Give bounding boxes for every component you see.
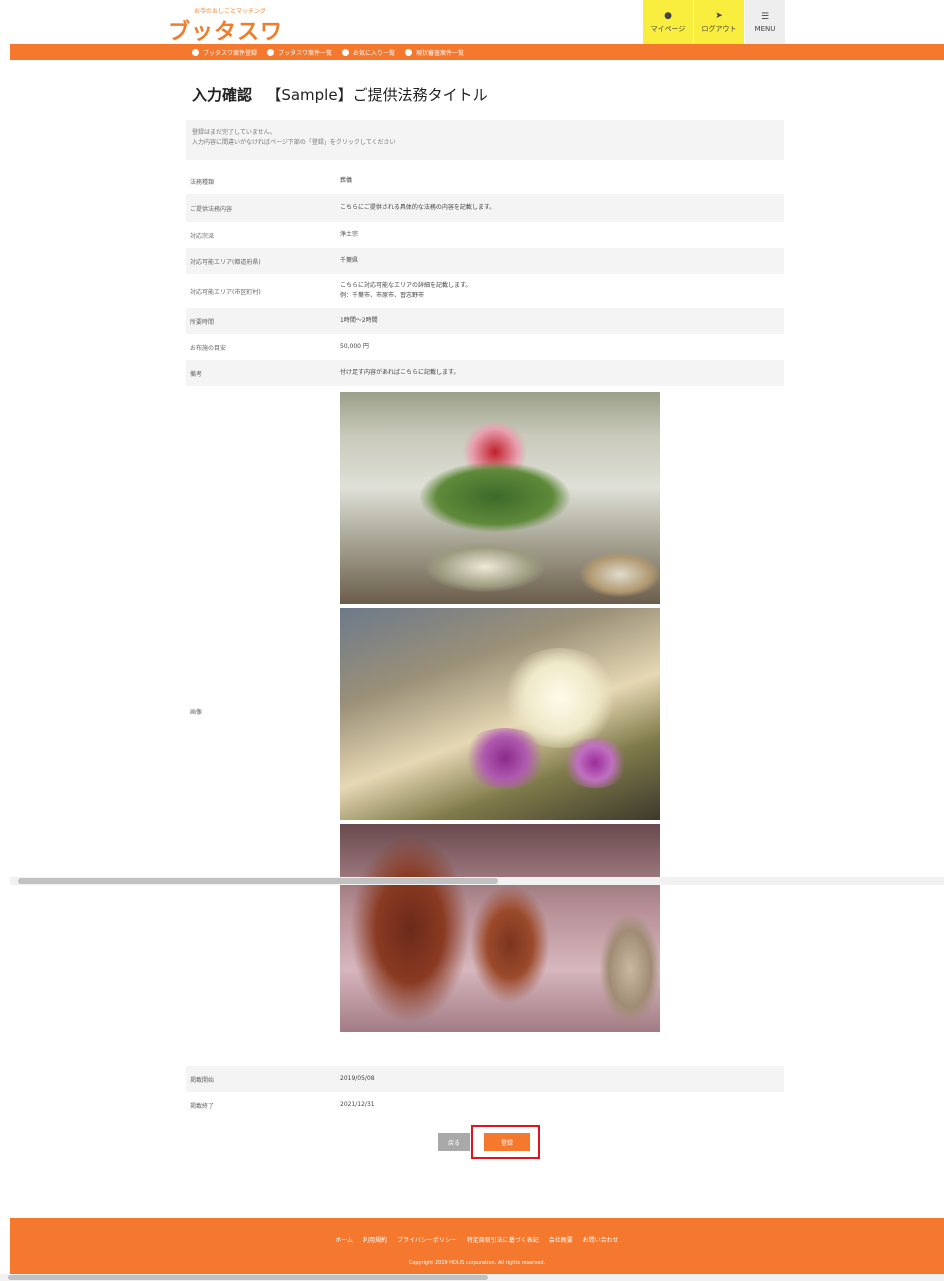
logout-button[interactable]: ➤ ログアウト [694, 0, 744, 44]
table-row: 対応宗派 浄土宗 [186, 222, 784, 248]
copyright: Copyright 2019 HOLIS corporation. All ri… [408, 1260, 546, 1266]
confirmation-notice: 登録はまだ完了していません。 入力内容に間違いがなければページ下部の「登録」をク… [186, 120, 784, 160]
row-label: お布施の目安 [190, 344, 227, 352]
page-title-prefix: 入力確認 [192, 86, 253, 104]
nav-item-review[interactable]: 現状審査案件一覧 [405, 48, 464, 57]
table-row: 備考 付け足す内容があればこちらに記載します。 [186, 360, 784, 386]
row-value: こちらに対応可能なエリアの詳細を記載します。 例：千葉市、市原市、習志野市 [336, 274, 784, 308]
photo-prayer-beads [340, 824, 660, 1032]
row-value: 50,000 円 [340, 343, 369, 350]
nav-item-register[interactable]: ブッタスワ案件登録 [192, 48, 257, 57]
footer-link-company[interactable]: 会社概要 [549, 1237, 573, 1244]
notice-line-2: 入力内容に間違いがなければページ下部の「登録」をクリックしてください [192, 139, 396, 146]
nav-item-favorites[interactable]: お気に入り一覧 [342, 48, 395, 57]
row-label: 対応可能エリア(市区町村) [190, 288, 261, 296]
photo-flowers-incense [340, 392, 660, 604]
logout-icon: ➤ [715, 10, 723, 21]
row-label: 画像 [190, 708, 203, 716]
table-row: 対応可能エリア(市区町村) こちらに対応可能なエリアの詳細を記載します。 例：千… [186, 274, 784, 308]
row-value-line-1: こちらに対応可能なエリアの詳細を記載します。 [340, 282, 472, 289]
circle-arrow-icon [405, 48, 413, 56]
detail-table: 法務種類 葬儀 ご提供法務内容 こちらにご提供される具体的な法務の内容を記載しま… [186, 168, 784, 1036]
row-value: 葬儀 [340, 177, 353, 184]
circle-arrow-icon [267, 48, 275, 56]
horizontal-scrollbar[interactable] [10, 877, 944, 885]
footer-link-tokusho[interactable]: 特定商取引法に基づく表記 [467, 1237, 539, 1244]
footer-link-terms[interactable]: 利用規約 [363, 1237, 387, 1244]
hamburger-icon: ☰ [760, 11, 770, 22]
horizontal-scrollbar-bottom[interactable] [0, 1274, 944, 1281]
footer-link-privacy[interactable]: プライバシーポリシー [397, 1237, 457, 1244]
row-label: 掲載終了 [190, 1102, 215, 1110]
publish-dates: 掲載開始 2019/05/08 掲載終了 2021/12/31 [186, 1066, 784, 1118]
row-value: 2019/05/08 [340, 1075, 375, 1082]
scrollbar-thumb[interactable] [8, 1275, 488, 1280]
footer-link-contact[interactable]: お問い合わせ [583, 1237, 619, 1244]
user-icon: ● [664, 10, 672, 21]
row-label: 法務種類 [190, 178, 215, 186]
site-footer: ホーム 利用規約 プライバシーポリシー 特定商取引法に基づく表記 会社概要 お問… [10, 1218, 944, 1274]
mypage-label: マイページ [650, 24, 686, 33]
page-title: 入力確認 【Sample】ご提供法務タイトル [192, 84, 488, 105]
nav-item-label: お気に入り一覧 [353, 49, 396, 57]
logo-text: ブッタスワ [168, 20, 284, 45]
row-label: 備考 [190, 370, 203, 378]
footer-links: ホーム 利用規約 プライバシーポリシー 特定商取引法に基づく表記 会社概要 お問… [10, 1235, 944, 1244]
table-row: お布施の目安 50,000 円 [186, 334, 784, 360]
scrollbar-thumb[interactable] [18, 878, 498, 884]
table-row: ご提供法務内容 こちらにご提供される具体的な法務の内容を記載します。 [186, 194, 784, 222]
nav-item-label: ブッタスワ案件登録 [203, 49, 258, 57]
mypage-button[interactable]: ● マイページ [643, 0, 693, 44]
site-logo[interactable]: お寺のおしごとマッチング ブッタスワ [168, 6, 282, 45]
table-row-images: 画像 [186, 386, 784, 1036]
row-label: 掲載開始 [190, 1076, 215, 1084]
photo-lily-arrangement [340, 608, 660, 820]
menu-button[interactable]: ☰ MENU [745, 0, 785, 44]
table-row: 法務種類 葬儀 [186, 168, 784, 194]
page-title-main: 【Sample】ご提供法務タイトル [266, 86, 488, 104]
register-highlight-box [471, 1125, 540, 1159]
table-row: 掲載開始 2019/05/08 [186, 1066, 784, 1092]
menu-label: MENU [754, 24, 776, 33]
circle-arrow-icon [342, 48, 350, 56]
site-header: お寺のおしごとマッチング ブッタスワ ● マイページ ➤ ログアウト ☰ MEN… [0, 0, 944, 45]
footer-link-home[interactable]: ホーム [335, 1237, 353, 1244]
table-row: 所要時間 1時間～2時間 [186, 308, 784, 334]
nav-item-label: 現状審査案件一覧 [416, 49, 465, 57]
nav-item-label: ブッタスワ案件一覧 [278, 49, 333, 57]
image-list [336, 386, 784, 1036]
row-value: 千葉県 [340, 257, 359, 264]
circle-arrow-icon [192, 48, 199, 56]
back-button[interactable]: 戻る [438, 1133, 470, 1151]
row-value: 1時間～2時間 [340, 317, 378, 324]
table-row: 掲載終了 2021/12/31 [186, 1092, 784, 1118]
row-label: 対応可能エリア(都道府県) [190, 258, 261, 266]
row-label: 所要時間 [190, 318, 215, 326]
row-value: こちらにご提供される具体的な法務の内容を記載します。 [340, 204, 496, 211]
table-row: 対応可能エリア(都道府県) 千葉県 [186, 248, 784, 274]
main-nav: ブッタスワ案件登録 ブッタスワ案件一覧 お気に入り一覧 現状審査案件一覧 [10, 44, 944, 60]
row-value: 2021/12/31 [340, 1101, 375, 1108]
notice-line-1: 登録はまだ完了していません。 [192, 129, 276, 136]
nav-item-list[interactable]: ブッタスワ案件一覧 [267, 48, 332, 57]
row-value: 浄土宗 [340, 231, 359, 238]
row-label: 対応宗派 [190, 232, 215, 240]
logout-label: ログアウト [701, 24, 737, 33]
row-label: ご提供法務内容 [190, 205, 233, 213]
row-value: 付け足す内容があればこちらに記載します。 [340, 369, 460, 376]
row-value-line-2: 例：千葉市、市原市、習志野市 [340, 292, 425, 299]
